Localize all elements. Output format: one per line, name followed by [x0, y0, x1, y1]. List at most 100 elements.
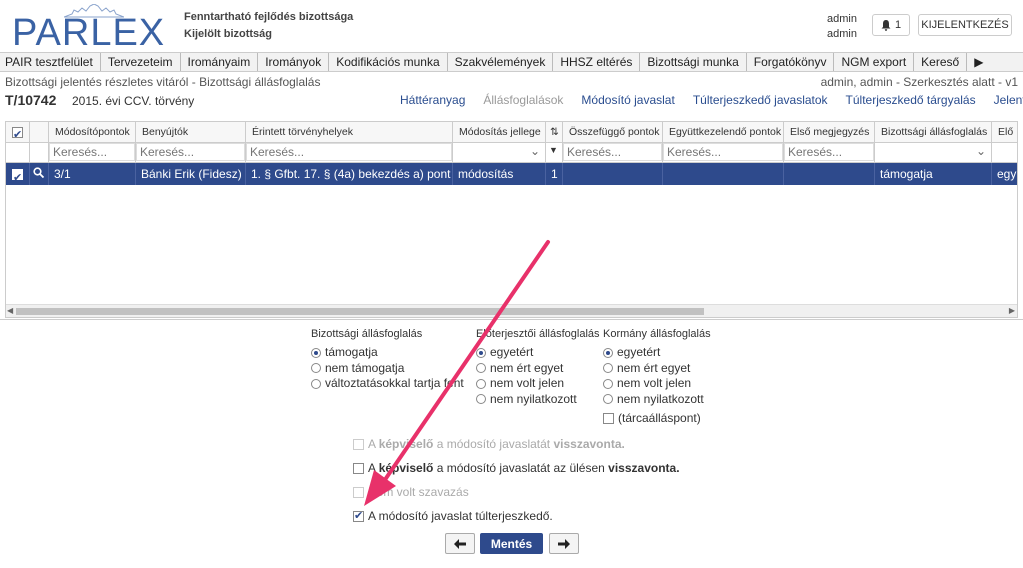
menu-item-forgatokonyv[interactable]: Forgatókönyv — [747, 53, 835, 71]
document-tabs: Háttéranyag Állásfoglalások Módosító jav… — [400, 93, 1023, 107]
withdrawn-at-meeting-checkbox[interactable]: A képviselő a módosító javaslatát az ülé… — [353, 461, 680, 475]
column-header-jelleg[interactable]: Módosítás jellege — [453, 122, 546, 143]
menu-item-ngm-export[interactable]: NGM export — [834, 53, 915, 71]
scrollbar-thumb[interactable] — [16, 308, 704, 315]
cell-benyujto: Bánki Erik (Fidesz) — [136, 163, 246, 185]
column-header-modositopontok[interactable]: Módosítópontok — [49, 122, 136, 143]
tab-jelentes[interactable]: Jelentés — [994, 93, 1023, 107]
menu-more-arrow-icon[interactable]: ▶ — [967, 53, 990, 71]
filter-modositopontok-input[interactable] — [49, 143, 135, 161]
radio-valtoztatasokkal[interactable]: változtatásokkal tartja fent — [311, 376, 464, 392]
overreaching-checkbox[interactable]: A módosító javaslat túlterjeszkedő. — [353, 509, 553, 523]
save-button[interactable]: Mentés — [480, 533, 543, 554]
position-editor-panel: Bizottsági állásfoglalás támogatja nem t… — [0, 319, 1023, 568]
cell-osszefuggo — [563, 163, 663, 185]
previous-button[interactable] — [445, 533, 475, 554]
menu-item-kodifikacios[interactable]: Kodifikációs munka — [329, 53, 448, 71]
cell-elo: egy — [992, 163, 1017, 185]
tab-allasfoglalasok[interactable]: Állásfoglalások — [483, 93, 563, 107]
column-header-megjegyzes[interactable]: Első megjegyzés — [784, 122, 875, 143]
column-header-osszefuggo[interactable]: Összefüggő pontok — [563, 122, 663, 143]
magnifier-icon[interactable] — [30, 163, 49, 185]
radio-proposer-nem-volt-jelen[interactable]: nem volt jelen — [476, 376, 600, 392]
radio-proposer-nem-ert-egyet[interactable]: nem ért egyet — [476, 361, 600, 377]
filter-spacer — [6, 143, 30, 162]
chevron-down-icon: ⌄ — [529, 144, 540, 158]
radio-gov-nem-ert-egyet[interactable]: nem ért egyet — [603, 361, 711, 377]
grid-filter-row: ⌄ ▼ ⌄ — [6, 143, 1017, 163]
organization-name: Fenntartható fejlődés bizottsága — [184, 11, 354, 23]
caret-down-icon: ▼ — [549, 145, 558, 155]
filter-allasfoglalas-select[interactable]: ⌄ — [875, 143, 992, 162]
app-header: PARLEX Fenntartható fejlődés bizottsága … — [0, 0, 1023, 54]
user-role: admin — [827, 28, 857, 40]
radio-gov-nem-volt-jelen[interactable]: nem volt jelen — [603, 376, 711, 392]
tab-tulterjeszkedo-javaslatok[interactable]: Túlterjeszkedő javaslatok — [693, 93, 828, 107]
column-header-torvenyhelyek[interactable]: Érintett törvényhelyek — [246, 122, 453, 143]
proposer-position-group: Előterjesztői állásfoglalás egyetért nem… — [476, 328, 600, 407]
radio-proposer-egyetert[interactable]: egyetért — [476, 345, 600, 361]
proposer-position-title: Előterjesztői állásfoglalás — [476, 328, 600, 340]
notifications-button[interactable]: 1 — [872, 14, 910, 36]
amendments-grid: Módosítópontok Benyújtók Érintett törvén… — [5, 121, 1018, 318]
breadcrumb: Bizottsági jelentés részletes vitáról - … — [5, 75, 321, 89]
no-vote-checkbox[interactable]: Nem volt szavazás — [353, 485, 469, 499]
filter-jelleg-select[interactable]: ⌄ — [453, 143, 546, 162]
committee-position-group: Bizottsági állásfoglalás támogatja nem t… — [311, 328, 464, 392]
column-header-egyuttkezelendo[interactable]: Együttkezelendő pontok — [663, 122, 784, 143]
menu-item-iromanyaim[interactable]: Irományaim — [181, 53, 259, 71]
organization-type: Kijelölt bizottság — [184, 28, 272, 40]
logo-text: PARLEX — [12, 12, 166, 54]
tarcaallaspont-checkbox[interactable]: (tárcaálláspont) — [603, 411, 711, 427]
committee-position-title: Bizottsági állásfoglalás — [311, 328, 423, 340]
horizontal-scrollbar[interactable]: ◀ ▶ — [6, 304, 1017, 317]
menu-item-bizottsagi-munka[interactable]: Bizottsági munka — [640, 53, 747, 71]
tab-modosito-javaslat[interactable]: Módosító javaslat — [581, 93, 674, 107]
row-checkbox[interactable] — [6, 163, 30, 185]
filter-elo[interactable] — [992, 143, 1017, 162]
cell-torvenyhely: 1. § Gfbt. 17. § (4a) bekezdés a) pont — [246, 163, 453, 185]
filter-osszefuggo-input[interactable] — [563, 143, 662, 161]
radio-gov-egyetert[interactable]: egyetért — [603, 345, 711, 361]
filter-sort-dropdown[interactable]: ▼ — [546, 143, 563, 162]
column-header-benyujtok[interactable]: Benyújtók — [136, 122, 246, 143]
user-name: admin — [827, 13, 857, 25]
radio-proposer-nem-nyilatkozott[interactable]: nem nyilatkozott — [476, 392, 600, 408]
filter-torvenyhelyek-input[interactable] — [246, 143, 452, 161]
cell-allasfoglalas: támogatja — [875, 163, 992, 185]
menu-item-szakvelemenyek[interactable]: Szakvélemények — [448, 53, 554, 71]
filter-benyujtok-input[interactable] — [136, 143, 245, 161]
filter-spacer — [30, 143, 49, 162]
sort-icon[interactable]: ⇅ — [546, 122, 563, 143]
radio-tamogatja[interactable]: támogatja — [311, 345, 464, 361]
tab-tulterjeszkedo-targyalas[interactable]: Túlterjeszkedő tárgyalás — [846, 93, 976, 107]
document-id: T/10742 — [5, 92, 57, 108]
withdrawn-checkbox[interactable]: A képviselő a módosító javaslatát vissza… — [353, 437, 625, 451]
bell-icon — [881, 19, 891, 31]
cell-modositopont: 3/1 — [49, 163, 136, 185]
table-row[interactable]: 3/1 Bánki Erik (Fidesz) 1. § Gfbt. 17. §… — [6, 163, 1017, 185]
next-button[interactable] — [549, 533, 579, 554]
column-header-elo[interactable]: Elő — [992, 122, 1017, 143]
government-position-group: Kormány állásfoglalás egyetért nem ért e… — [603, 328, 711, 427]
grid-header: Módosítópontok Benyújtók Érintett törvén… — [6, 122, 1017, 143]
filter-megjegyzes-input[interactable] — [784, 143, 874, 161]
notification-count: 1 — [894, 19, 902, 31]
parlex-logo: PARLEX — [8, 4, 168, 54]
select-all-checkbox[interactable] — [6, 122, 30, 143]
menu-item-kereso[interactable]: Kereső — [914, 53, 968, 71]
radio-nem-tamogatja[interactable]: nem támogatja — [311, 361, 464, 377]
scroll-left-icon[interactable]: ◀ — [7, 306, 13, 315]
menu-item-tervezeteim[interactable]: Tervezeteim — [101, 53, 181, 71]
arrow-left-icon — [454, 538, 466, 549]
tab-hatteranyag[interactable]: Háttéranyag — [400, 93, 465, 107]
column-header-allasfoglalas[interactable]: Bizottsági állásfoglalás — [875, 122, 992, 143]
menu-item-iromanyok[interactable]: Irományok — [258, 53, 330, 71]
radio-gov-nem-nyilatkozott[interactable]: nem nyilatkozott — [603, 392, 711, 408]
arrow-right-icon — [558, 538, 570, 549]
scroll-right-icon[interactable]: ▶ — [1009, 306, 1015, 315]
menu-item-pair[interactable]: PAIR tesztfelület — [0, 53, 101, 71]
filter-egyuttkezelendo-input[interactable] — [663, 143, 783, 161]
logout-button[interactable]: KIJELENTKEZÉS — [918, 14, 1012, 36]
menu-item-hhsz[interactable]: HHSZ eltérés — [553, 53, 641, 71]
